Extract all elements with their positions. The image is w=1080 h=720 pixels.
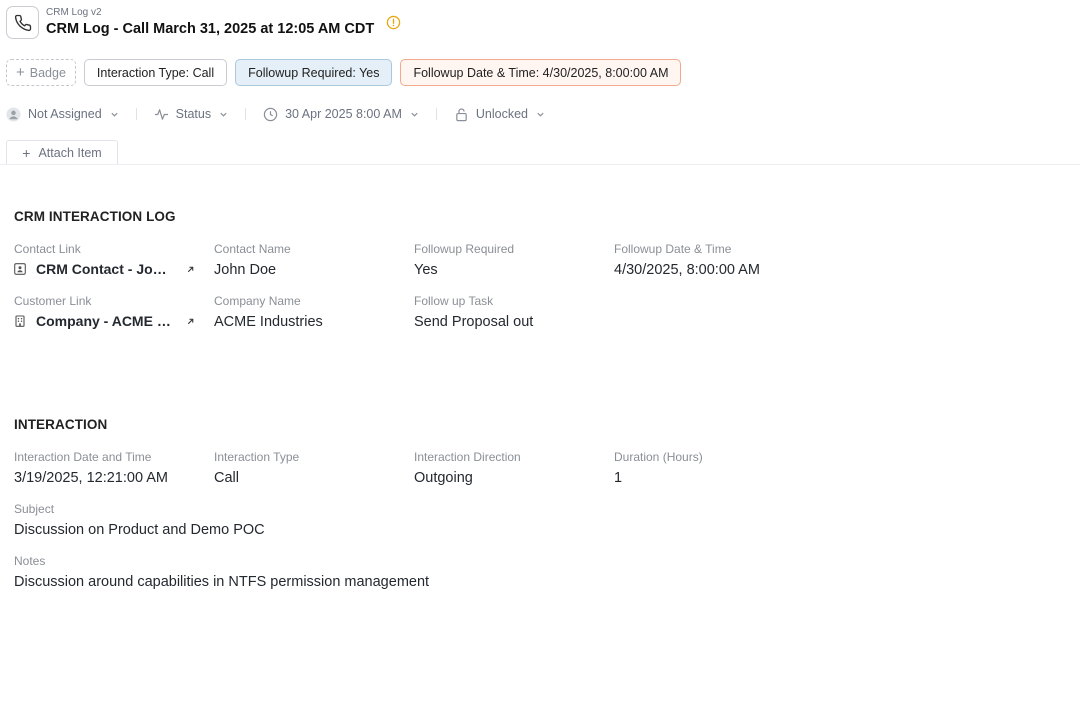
field-value: Call — [214, 470, 239, 486]
field-value: Outgoing — [414, 470, 473, 486]
field-value: ACME Industries — [214, 314, 323, 330]
customer-link-text: Company - ACME Industries — [36, 313, 174, 329]
field-contact-name: Contact Name John Doe — [214, 242, 399, 279]
field-interaction-type: Interaction Type Call — [214, 450, 399, 487]
badge-followup-required[interactable]: Followup Required: Yes — [235, 59, 393, 86]
lock-dropdown[interactable]: Unlocked — [454, 104, 545, 124]
record-header: CRM Log v2 CRM Log - Call March 31, 2025… — [6, 6, 374, 39]
field-label: Customer Link — [14, 294, 92, 308]
field-interaction-direction: Interaction Direction Outgoing — [414, 450, 599, 487]
attach-item-label: Attach Item — [38, 146, 102, 160]
date-label: 30 Apr 2025 8:00 AM — [285, 107, 402, 121]
arrow-up-right-icon[interactable] — [186, 317, 195, 326]
clock-icon — [263, 107, 278, 122]
section-title-crm: CRM INTERACTION LOG — [14, 209, 176, 224]
chevron-down-icon — [110, 110, 119, 119]
content-divider — [0, 164, 1080, 165]
warning-circle-icon[interactable] — [386, 15, 401, 35]
field-label: Notes — [14, 554, 46, 568]
record-type-label: CRM Log v2 — [46, 7, 102, 18]
field-value: Discussion on Product and Demo POC — [14, 522, 265, 538]
contact-link[interactable]: CRM Contact - John Doe — [14, 261, 199, 277]
customer-link[interactable]: Company - ACME Industries — [14, 313, 199, 329]
field-notes: Notes Discussion around capabilities in … — [14, 554, 614, 591]
field-interaction-date: Interaction Date and Time 3/19/2025, 12:… — [14, 450, 199, 487]
badge-followup-date[interactable]: Followup Date & Time: 4/30/2025, 8:00:00… — [400, 59, 682, 86]
field-label: Interaction Direction — [414, 450, 521, 464]
field-label: Interaction Type — [214, 450, 300, 464]
status-label: Status — [175, 107, 212, 121]
add-badge-button[interactable]: + Badge — [6, 59, 76, 86]
status-dropdown[interactable]: Status — [154, 104, 228, 124]
activity-icon — [154, 107, 169, 122]
field-value: 3/19/2025, 12:21:00 AM — [14, 470, 168, 486]
divider — [245, 108, 247, 120]
phone-icon — [6, 6, 39, 39]
field-value: 4/30/2025, 8:00:00 AM — [614, 262, 760, 278]
field-label: Followup Date & Time — [614, 242, 732, 256]
arrow-up-right-icon[interactable] — [186, 265, 195, 274]
building-icon — [14, 315, 26, 327]
page-title: CRM Log - Call March 31, 2025 at 12:05 A… — [46, 21, 375, 37]
field-followup-required: Followup Required Yes — [414, 242, 599, 279]
add-badge-label: Badge — [29, 65, 66, 80]
lock-label: Unlocked — [475, 107, 528, 121]
date-dropdown[interactable]: 30 Apr 2025 8:00 AM — [263, 104, 419, 124]
field-label: Duration (Hours) — [614, 450, 703, 464]
field-customer-link: Customer Link Company - ACME Industries — [14, 294, 199, 329]
section-title-interaction: INTERACTION — [14, 417, 108, 432]
crm-log-page: CRM Log v2 CRM Log - Call March 31, 2025… — [0, 0, 1080, 720]
field-value: John Doe — [214, 262, 277, 278]
field-label: Company Name — [214, 294, 301, 308]
assignee-label: Not Assigned — [28, 107, 102, 121]
field-subject: Subject Discussion on Product and Demo P… — [14, 502, 614, 539]
chevron-down-icon — [536, 110, 545, 119]
plus-icon: + — [16, 64, 25, 81]
badge-bar: + Badge Interaction Type: Call Followup … — [6, 59, 682, 86]
field-label: Contact Name — [214, 242, 291, 256]
field-duration: Duration (Hours) 1 — [614, 450, 799, 487]
assignee-dropdown[interactable]: Not Assigned — [6, 104, 119, 124]
field-value: Discussion around capabilities in NTFS p… — [14, 574, 430, 590]
field-company-name: Company Name ACME Industries — [214, 294, 399, 331]
divider — [435, 108, 437, 120]
field-contact-link: Contact Link CRM Contact - John Doe — [14, 242, 199, 277]
plus-icon: + — [22, 145, 31, 161]
field-label: Subject — [14, 502, 55, 516]
field-value: Yes — [414, 262, 438, 278]
unlock-icon — [454, 107, 469, 122]
field-followup-task: Follow up Task Send Proposal out — [414, 294, 599, 331]
field-label: Contact Link — [14, 242, 81, 256]
field-followup-date: Followup Date & Time 4/30/2025, 8:00:00 … — [614, 242, 799, 279]
chevron-down-icon — [410, 110, 419, 119]
field-value: Send Proposal out — [414, 314, 534, 330]
contact-link-text: CRM Contact - John Doe — [36, 261, 174, 277]
field-label: Follow up Task — [414, 294, 494, 308]
user-avatar-icon — [6, 106, 21, 122]
field-value: 1 — [614, 470, 623, 486]
contact-card-icon — [14, 263, 26, 275]
divider — [135, 108, 137, 120]
chevron-down-icon — [219, 110, 228, 119]
record-meta-bar: Not Assigned Status 30 Apr 2025 8:00 AM — [6, 104, 545, 124]
badge-interaction-type[interactable]: Interaction Type: Call — [83, 59, 228, 86]
attach-item-button[interactable]: + Attach Item — [6, 140, 118, 165]
field-label: Interaction Date and Time — [14, 450, 152, 464]
field-label: Followup Required — [414, 242, 515, 256]
